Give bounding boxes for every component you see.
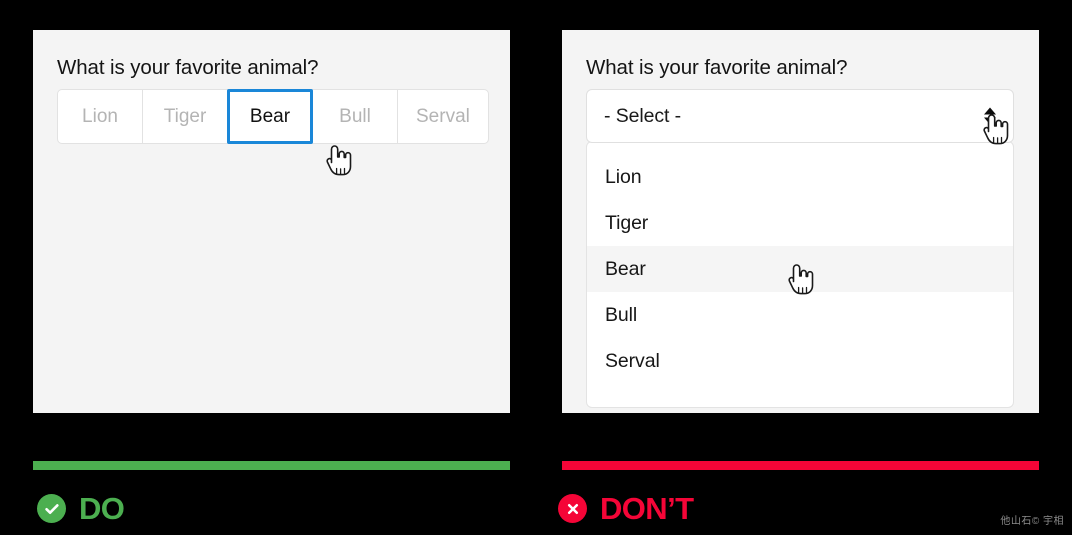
hand-cursor-icon	[324, 143, 354, 177]
dropdown-option-label: Lion	[605, 165, 642, 188]
x-circle-icon	[558, 494, 587, 523]
option-button-serval[interactable]: Serval	[397, 89, 489, 144]
dropdown-option-serval[interactable]: Serval	[587, 338, 1013, 384]
select-value: - Select -	[604, 104, 682, 127]
dont-divider-bar	[562, 461, 1039, 470]
dropdown-option-label: Bear	[605, 257, 646, 280]
do-example-panel: What is your favorite animal? Lion Tiger…	[33, 30, 510, 413]
do-divider-bar	[33, 461, 510, 470]
dont-example-panel: What is your favorite animal? - Select -…	[562, 30, 1039, 413]
animal-select[interactable]: - Select -	[586, 89, 1014, 143]
dont-label: DON’T	[600, 491, 694, 526]
dont-verdict: DON’T	[558, 491, 694, 526]
dropdown-option-bull[interactable]: Bull	[587, 292, 1013, 338]
check-circle-icon	[37, 494, 66, 523]
dropdown-option-label: Tiger	[605, 211, 649, 234]
dropdown-option-list: Lion Tiger Bear Bull Serval	[587, 142, 1013, 384]
dropdown-option-label: Serval	[605, 349, 660, 372]
option-button-label: Bear	[249, 105, 291, 127]
dropdown-option-bear[interactable]: Bear	[587, 246, 1013, 292]
page-title: What is your favorite animal?	[586, 56, 848, 79]
dropdown-option-label: Bull	[605, 303, 638, 326]
do-label: DO	[79, 491, 125, 526]
updown-triangles-icon	[984, 107, 996, 125]
option-button-lion[interactable]: Lion	[57, 89, 143, 144]
page-title: What is your favorite animal?	[57, 56, 319, 79]
do-verdict: DO	[37, 491, 125, 526]
dropdown-option-lion[interactable]: Lion	[587, 154, 1013, 200]
option-button-label: Serval	[416, 105, 470, 127]
dropdown-option-tiger[interactable]: Tiger	[587, 200, 1013, 246]
option-button-bear[interactable]: Bear	[227, 89, 313, 144]
animal-select-dropdown[interactable]: Lion Tiger Bear Bull Serval	[586, 141, 1014, 408]
option-button-label: Lion	[82, 105, 118, 127]
watermark: 他山石© 宇相	[1000, 516, 1064, 527]
animal-button-group: Lion Tiger Bear Bull Serval	[57, 89, 489, 144]
option-button-tiger[interactable]: Tiger	[142, 89, 228, 144]
option-button-label: Bull	[339, 105, 371, 127]
option-button-label: Tiger	[163, 105, 207, 127]
comparison-figure: What is your favorite animal? Lion Tiger…	[0, 0, 1072, 535]
option-button-bull[interactable]: Bull	[312, 89, 398, 144]
